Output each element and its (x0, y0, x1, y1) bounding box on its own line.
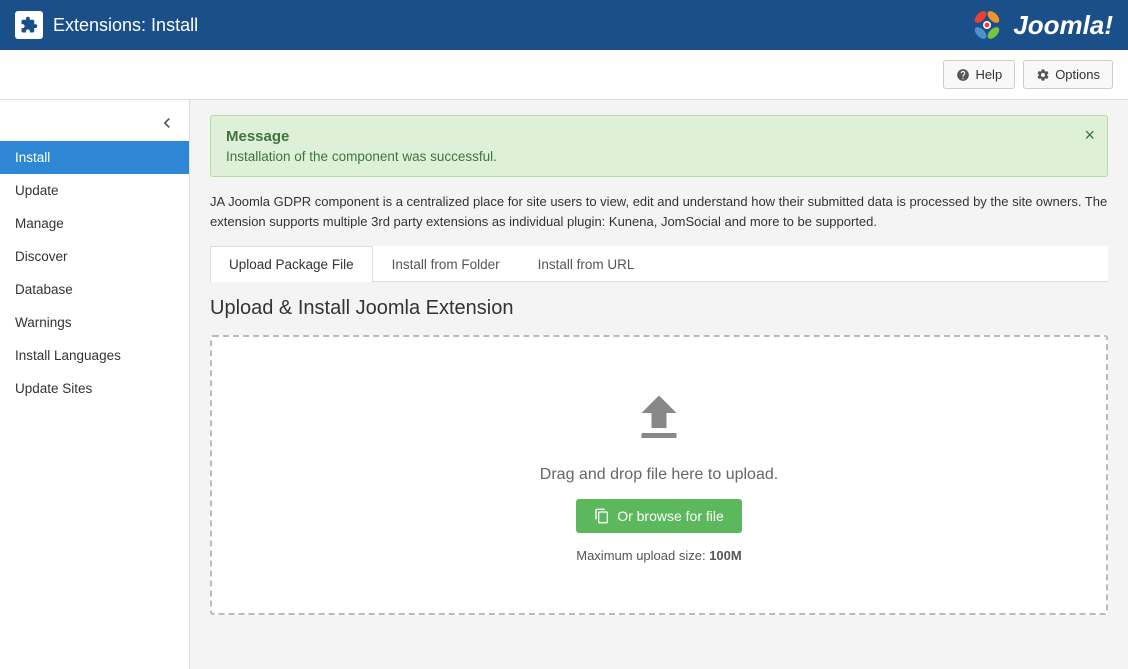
message-title: Message (226, 128, 1092, 145)
help-button[interactable]: Help (943, 60, 1015, 89)
message-text: Installation of the component was succes… (226, 149, 1092, 164)
sidebar-item-warnings[interactable]: Warnings (0, 306, 189, 339)
layout: Install Update Manage Discover Database … (0, 100, 1128, 669)
sidebar-item-install[interactable]: Install (0, 141, 189, 174)
header-left: Extensions: Install (15, 11, 198, 39)
upload-max-size: Maximum upload size: 100M (576, 548, 741, 563)
joomla-logo: Joomla! (967, 5, 1113, 45)
drag-drop-text: Drag and drop file here to upload. (540, 466, 778, 484)
sidebar-item-database[interactable]: Database (0, 273, 189, 306)
header: Extensions: Install Joomla! (0, 0, 1128, 50)
joomla-logo-text: Joomla! (1013, 10, 1113, 41)
component-description: JA Joomla GDPR component is a centralize… (210, 192, 1108, 231)
toolbar: Help Options (0, 50, 1128, 100)
browse-button[interactable]: Or browse for file (576, 499, 742, 533)
tab-upload-package[interactable]: Upload Package File (210, 246, 373, 282)
sidebar-item-manage[interactable]: Manage (0, 207, 189, 240)
sidebar: Install Update Manage Discover Database … (0, 100, 190, 669)
header-title: Extensions: Install (53, 15, 198, 36)
tab-install-url[interactable]: Install from URL (519, 246, 654, 282)
sidebar-item-discover[interactable]: Discover (0, 240, 189, 273)
sidebar-item-install-languages[interactable]: Install Languages (0, 339, 189, 372)
browse-label: Or browse for file (617, 508, 724, 524)
tab-install-folder[interactable]: Install from Folder (373, 246, 519, 282)
upload-icon (629, 388, 689, 451)
sidebar-item-update[interactable]: Update (0, 174, 189, 207)
message-close-button[interactable]: × (1084, 126, 1095, 144)
main-content: Message Installation of the component wa… (190, 100, 1128, 669)
sidebar-item-update-sites[interactable]: Update Sites (0, 372, 189, 405)
section-title: Upload & Install Joomla Extension (210, 297, 1108, 320)
help-label: Help (975, 67, 1002, 82)
upload-area[interactable]: Drag and drop file here to upload. Or br… (210, 335, 1108, 615)
message-box: Message Installation of the component wa… (210, 115, 1108, 177)
extensions-icon (15, 11, 43, 39)
options-button[interactable]: Options (1023, 60, 1113, 89)
options-label: Options (1055, 67, 1100, 82)
tabs: Upload Package File Install from Folder … (210, 246, 1108, 282)
sidebar-toggle[interactable] (0, 105, 189, 141)
